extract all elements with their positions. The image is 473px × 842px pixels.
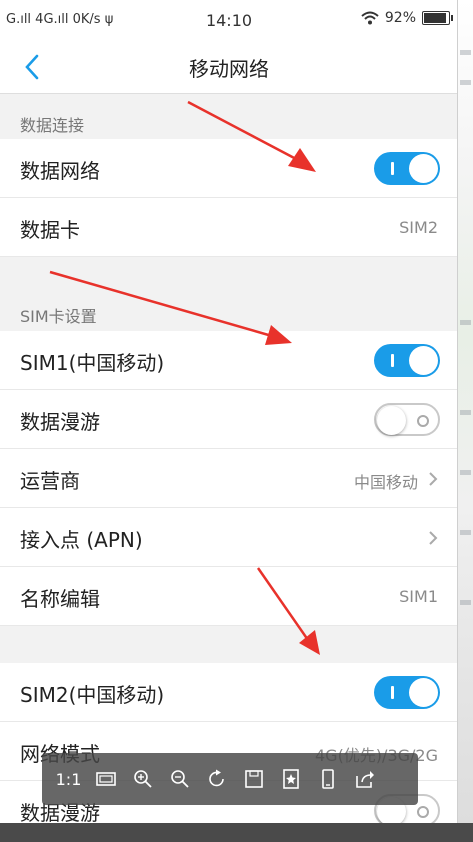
- sim2-toggle[interactable]: [374, 676, 440, 709]
- row-data-network[interactable]: 数据网络: [0, 139, 458, 198]
- battery-percent: 92%: [384, 10, 416, 26]
- sim-name-value: SIM1: [399, 587, 438, 606]
- bookmark-button[interactable]: [272, 759, 309, 799]
- chevron-right-icon: [429, 531, 438, 545]
- section-header-sim-settings: SIM卡设置: [0, 257, 458, 331]
- fit-screen-button[interactable]: [87, 759, 124, 799]
- status-bar: G.ıll 4G.ıll 0K/s ψ 14:10 92%: [0, 0, 458, 40]
- save-icon: [244, 770, 263, 788]
- zoom-in-icon: [133, 770, 152, 788]
- row-sim1[interactable]: SIM1(中国移动): [0, 331, 458, 390]
- zoom-out-button[interactable]: [161, 759, 198, 799]
- chevron-right-icon: [429, 472, 438, 486]
- sim1-toggle[interactable]: [374, 344, 440, 377]
- share-icon: [355, 771, 374, 788]
- ratio-button[interactable]: 1:1: [50, 759, 87, 799]
- carrier-value: 中国移动: [353, 473, 418, 492]
- page-title: 移动网络: [189, 57, 269, 81]
- image-viewer-toolbar: 1:1: [42, 753, 418, 805]
- battery-icon: [422, 11, 453, 25]
- phone-screen: G.ıll 4G.ıll 0K/s ψ 14:10 92% 移动网络 数据连接 …: [0, 0, 458, 842]
- data-card-value: SIM2: [399, 218, 438, 237]
- zoom-in-button[interactable]: [124, 759, 161, 799]
- phone-button[interactable]: [309, 759, 346, 799]
- wifi-icon: [361, 11, 379, 25]
- save-button[interactable]: [235, 759, 272, 799]
- share-button[interactable]: [346, 759, 383, 799]
- data-network-toggle[interactable]: [374, 152, 440, 185]
- section-spacer: [0, 626, 458, 663]
- status-right: 92%: [361, 10, 453, 26]
- row-carrier[interactable]: 运营商 中国移动: [0, 449, 458, 508]
- rotate-icon: [208, 769, 224, 787]
- phone-icon: [321, 769, 334, 789]
- title-bar: 移动网络: [0, 40, 458, 94]
- row-sim1-data-roaming[interactable]: 数据漫游: [0, 390, 458, 449]
- section-header-data-connection: 数据连接: [0, 94, 458, 139]
- row-sim2[interactable]: SIM2(中国移动): [0, 663, 458, 722]
- row-data-card[interactable]: 数据卡 SIM2: [0, 198, 458, 257]
- row-apn[interactable]: 接入点 (APN): [0, 508, 458, 567]
- fit-screen-icon: [95, 772, 116, 786]
- sim1-roaming-toggle[interactable]: [374, 403, 440, 436]
- bookmark-icon: [282, 769, 299, 789]
- rotate-button[interactable]: [198, 759, 235, 799]
- desktop-bottom-strip: [0, 823, 473, 842]
- background-window-strip: [457, 0, 473, 842]
- row-name-edit[interactable]: 名称编辑 SIM1: [0, 567, 458, 626]
- zoom-out-icon: [170, 770, 189, 788]
